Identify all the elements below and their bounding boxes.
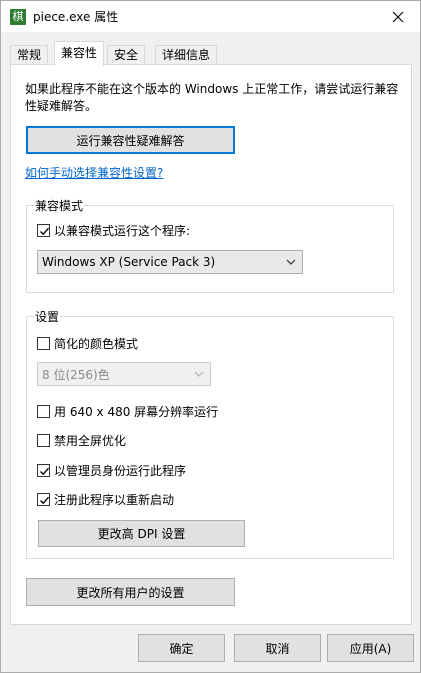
tab-details[interactable]: 详细信息 [155, 45, 218, 65]
reduced-color-option[interactable]: 简化的颜色模式 [37, 335, 138, 352]
chevron-down-icon [194, 371, 204, 377]
register-restart-checkbox[interactable] [37, 493, 50, 506]
app-icon: 棋 [10, 9, 26, 25]
run-as-admin-option[interactable]: 以管理员身份运行此程序 [37, 462, 186, 479]
tab-compatibility[interactable]: 兼容性 [54, 41, 105, 66]
change-dpi-button[interactable]: 更改高 DPI 设置 [38, 520, 245, 547]
run-as-admin-checkbox[interactable] [37, 464, 50, 477]
window-title: piece.exe 属性 [33, 10, 119, 24]
os-version-select[interactable]: Windows XP (Service Pack 3) [37, 250, 303, 274]
register-restart-label: 注册此程序以重新启动 [54, 493, 175, 507]
checkmark-icon [40, 467, 50, 476]
reduced-color-checkbox[interactable] [37, 337, 50, 350]
compat-mode-checkbox[interactable] [37, 224, 50, 237]
settings-group: 设置 简化的颜色模式 8 位(256)色 用 640 x 480 屏幕分辨率运行… [26, 308, 394, 559]
checkmark-icon [40, 496, 50, 505]
ok-button[interactable]: 确定 [138, 634, 225, 662]
compat-description: 如果此程序不能在这个版本的 Windows 上正常工作，请尝试运行兼容性疑难解答… [25, 82, 399, 113]
res-640-option[interactable]: 用 640 x 480 屏幕分辨率运行 [37, 403, 218, 420]
title-bar[interactable]: 棋 piece.exe 属性 [1, 1, 420, 32]
tab-general[interactable]: 常规 [10, 45, 49, 65]
troubleshoot-button[interactable]: 运行兼容性疑难解答 [26, 126, 235, 154]
checkmark-icon [40, 227, 50, 236]
settings-label: 设置 [34, 308, 61, 325]
disable-fullscreen-checkbox[interactable] [37, 434, 50, 447]
res-640-checkbox[interactable] [37, 405, 50, 418]
compat-mode-option[interactable]: 以兼容模式运行这个程序: [37, 222, 190, 239]
apply-button[interactable]: 应用(A) [327, 634, 414, 662]
color-depth-select: 8 位(256)色 [37, 362, 211, 386]
run-as-admin-label: 以管理员身份运行此程序 [54, 464, 187, 478]
cancel-button[interactable]: 取消 [234, 634, 321, 662]
compatibility-panel: 如果此程序不能在这个版本的 Windows 上正常工作，请尝试运行兼容性疑难解答… [10, 64, 412, 625]
manual-settings-link[interactable]: 如何手动选择兼容性设置? [25, 164, 163, 181]
close-icon [392, 11, 403, 22]
tab-strip: 常规 兼容性 安全 详细信息 [10, 41, 412, 66]
disable-fullscreen-option[interactable]: 禁用全屏优化 [37, 432, 126, 449]
disable-fullscreen-label: 禁用全屏优化 [54, 434, 127, 448]
chevron-down-icon [286, 259, 296, 265]
all-users-settings-button[interactable]: 更改所有用户的设置 [26, 578, 235, 606]
color-depth-value: 8 位(256)色 [42, 367, 110, 382]
compat-mode-label: 兼容模式 [34, 197, 85, 214]
tab-security[interactable]: 安全 [107, 45, 146, 65]
register-restart-option[interactable]: 注册此程序以重新启动 [37, 491, 174, 508]
res-640-label: 用 640 x 480 屏幕分辨率运行 [54, 405, 219, 419]
compat-mode-checkbox-label: 以兼容模式运行这个程序: [54, 224, 191, 238]
properties-window: 棋 piece.exe 属性 常规 兼容性 安全 详细信息 如果此程序不能在这个… [0, 0, 421, 673]
reduced-color-label: 简化的颜色模式 [54, 337, 139, 351]
os-version-value: Windows XP (Service Pack 3) [42, 255, 216, 269]
compat-mode-group: 兼容模式 以兼容模式运行这个程序: Windows XP (Service Pa… [26, 197, 394, 293]
close-button[interactable] [375, 1, 420, 32]
